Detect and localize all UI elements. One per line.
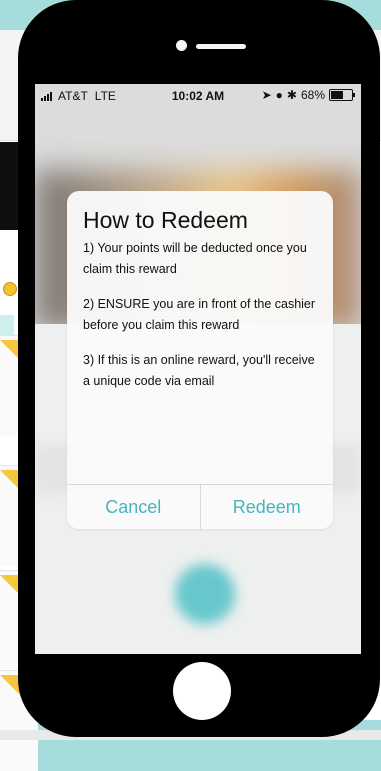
battery-icon xyxy=(329,89,355,101)
camera-icon xyxy=(176,40,187,51)
dialog-title: How to Redeem xyxy=(83,207,248,233)
speaker-icon xyxy=(196,44,246,49)
blurred-tab-button xyxy=(175,564,235,624)
dialog-actions: Cancel Redeem xyxy=(67,484,333,529)
battery-percent: 68% xyxy=(300,88,325,102)
home-button[interactable] xyxy=(173,662,231,720)
status-bar-right: ➤ ● ✱ 68% xyxy=(261,88,355,102)
alarm-icon: ● xyxy=(275,88,283,102)
coin-icon xyxy=(3,282,17,296)
cancel-button[interactable]: Cancel xyxy=(67,485,200,529)
redeem-dialog: How to Redeem 1) Your points will be ded… xyxy=(67,191,333,529)
status-bar: AT&T LTE 10:02 AM ➤ ● ✱ 68% xyxy=(35,84,361,106)
redeem-button[interactable]: Redeem xyxy=(199,485,334,529)
phone-screen: AT&T LTE 10:02 AM ➤ ● ✱ 68% How to Redee… xyxy=(35,84,361,654)
bluetooth-icon: ✱ xyxy=(286,88,297,102)
location-icon: ➤ xyxy=(261,88,272,102)
redeem-step: 3) If this is an online reward, you'll r… xyxy=(83,353,315,388)
phone-frame: AT&T LTE 10:02 AM ➤ ● ✱ 68% How to Redee… xyxy=(18,0,380,737)
redeem-step: 2) ENSURE you are in front of the cashie… xyxy=(83,297,316,332)
redeem-step: 1) Your points will be deducted once you… xyxy=(83,241,307,276)
dialog-body: 1) Your points will be deducted once you… xyxy=(83,238,323,406)
